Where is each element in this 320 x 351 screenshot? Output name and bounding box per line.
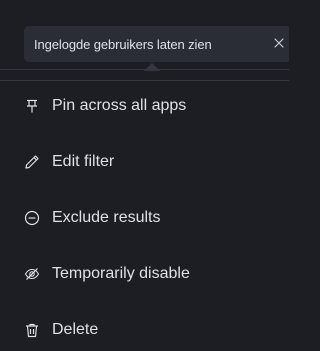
- filter-pill-label: Ingelogde gebruikers laten zien: [34, 36, 212, 52]
- menu-item-label: Edit filter: [52, 153, 115, 170]
- pencil-icon: [24, 154, 40, 170]
- menu-item-edit-filter[interactable]: Edit filter: [0, 134, 289, 190]
- pin-icon: [24, 98, 40, 114]
- menu-item-label: Pin across all apps: [52, 97, 187, 114]
- menu-item-delete[interactable]: Delete: [0, 302, 289, 351]
- minus-circle-icon: [24, 210, 40, 226]
- menu-item-temporarily-disable[interactable]: Temporarily disable: [0, 246, 289, 302]
- menu-item-exclude-results[interactable]: Exclude results: [0, 190, 289, 246]
- eye-closed-icon: [24, 266, 40, 282]
- menu-item-label: Exclude results: [52, 209, 161, 226]
- close-icon[interactable]: [272, 36, 286, 50]
- menu-caret: [144, 63, 160, 71]
- filter-pill[interactable]: Ingelogde gebruikers laten zien: [24, 26, 289, 62]
- menu-item-label: Temporarily disable: [52, 265, 190, 282]
- menu-item-label: Delete: [52, 321, 99, 338]
- trash-icon: [24, 322, 40, 338]
- menu-item-pin-across-all-apps[interactable]: Pin across all apps: [0, 78, 289, 134]
